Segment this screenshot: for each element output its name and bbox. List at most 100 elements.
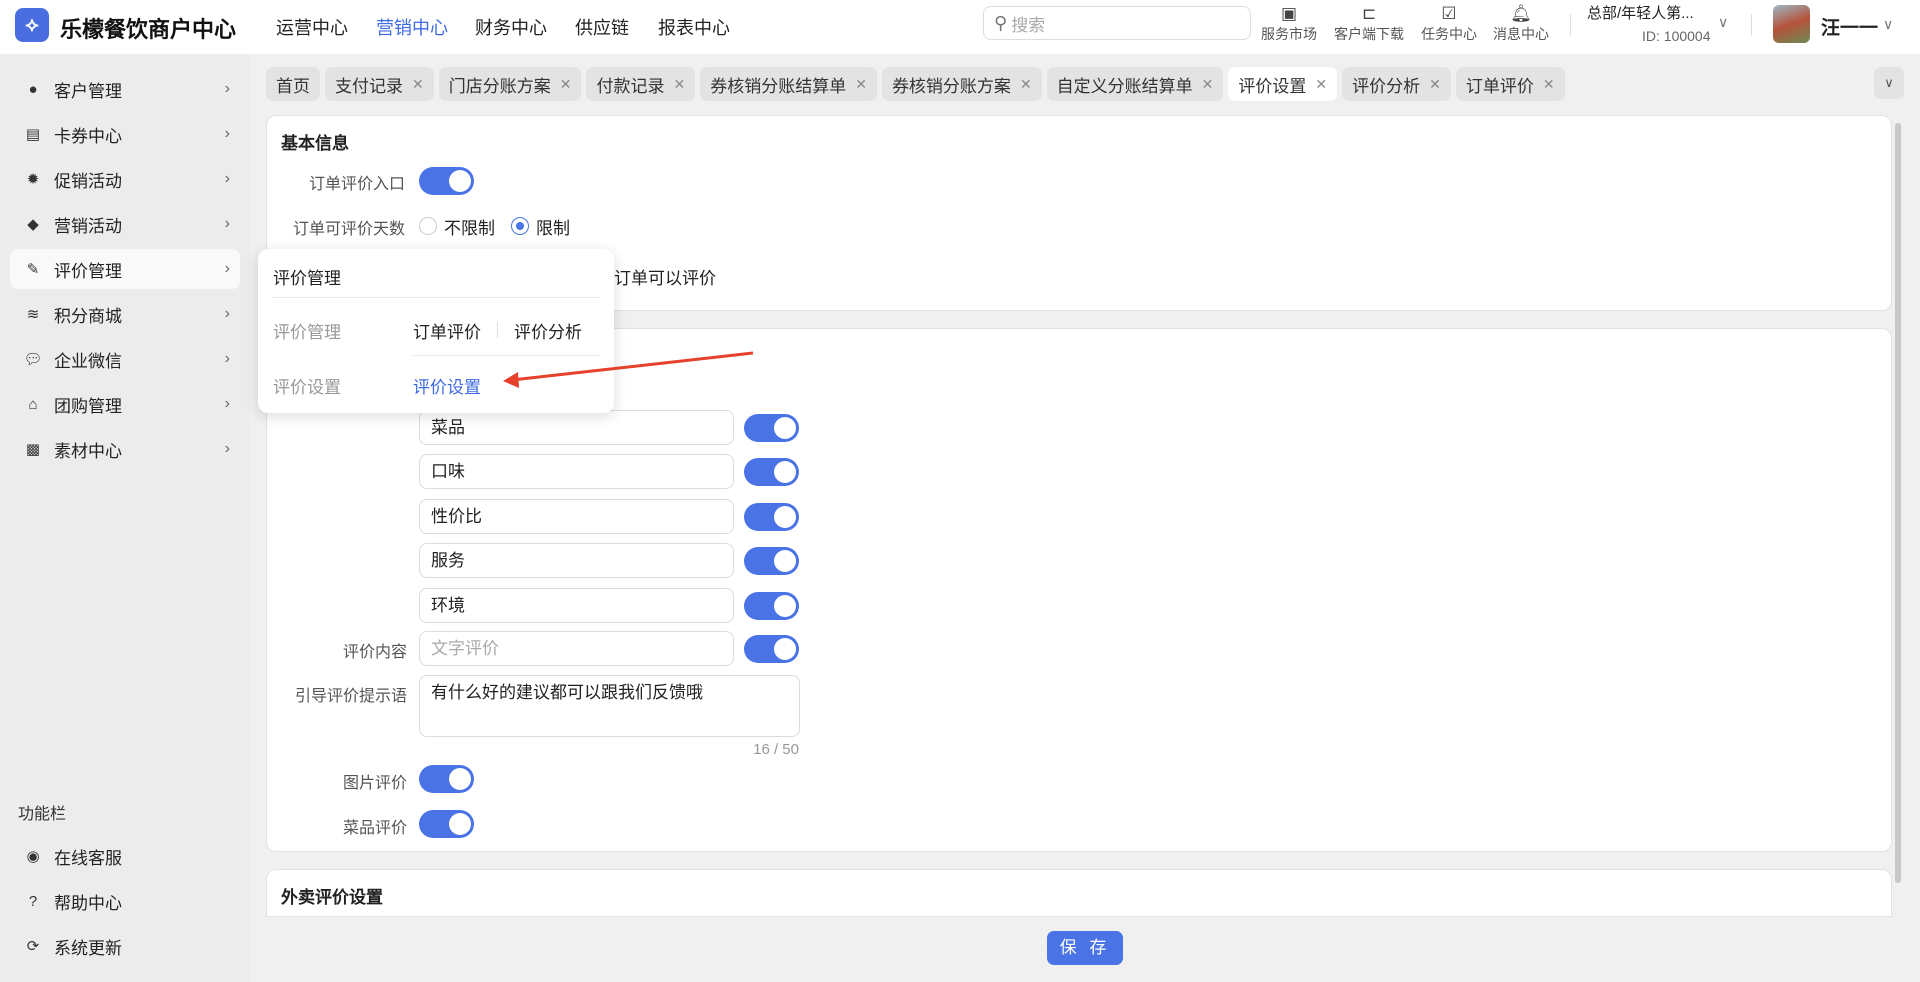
divider — [1570, 14, 1571, 36]
nav-reports[interactable]: 报表中心 — [658, 14, 730, 40]
chevron-down-icon[interactable]: ∨ — [1718, 14, 1728, 31]
dimension-input[interactable]: 菜品 — [419, 410, 734, 445]
tab-item[interactable]: 评价分析 ✕ — [1342, 67, 1451, 101]
chevron-right-icon: › — [224, 80, 230, 97]
dimension-toggle[interactable] — [744, 458, 799, 486]
sidebar-item-cards[interactable]: ▤ 卡券中心 › — [10, 114, 240, 154]
edit-box-icon: ✎ — [26, 261, 40, 278]
brand-logo-icon: ⟡ — [15, 8, 49, 42]
limited-label: 限制 — [536, 219, 570, 238]
close-icon[interactable]: ✕ — [1543, 76, 1555, 93]
sidebar-item-group-buy[interactable]: ⌂ 团购管理 › — [10, 384, 240, 424]
bell-icon: 🔔︎ — [1510, 4, 1532, 23]
menu-link-review-analysis[interactable]: 评价分析 — [514, 318, 582, 343]
dimension-toggle[interactable] — [744, 592, 799, 620]
dimension-input[interactable]: 性价比 — [419, 499, 734, 534]
days-tail-text: 订单可以评价 — [614, 269, 716, 288]
org-id: ID: 100004 — [1642, 28, 1711, 44]
tab-item[interactable]: 订单评价 ✕ — [1455, 67, 1565, 101]
nav-supply[interactable]: 供应链 — [575, 14, 629, 40]
sidebar-item-assets[interactable]: ▩ 素材中心 › — [10, 429, 240, 469]
tab-label: 首页 — [276, 76, 310, 96]
chevron-right-icon: › — [224, 440, 230, 457]
scrollbar-thumb[interactable] — [1895, 123, 1901, 883]
sidebar-item-wecom[interactable]: 💬︎ 企业微信 › — [10, 339, 240, 379]
sidebar-item-promotions[interactable]: ✹ 促销活动 › — [10, 159, 240, 199]
tab-item[interactable]: 自定义分账结算单 ✕ — [1046, 67, 1224, 101]
close-icon[interactable]: ✕ — [673, 76, 685, 93]
sidebar-item-label: 促销活动 — [54, 171, 122, 191]
tab-bar: 首页 支付记录 ✕ 门店分账方案 ✕ 付款记录 ✕ 券核销分账结算单 ✕ 券核销分账方案 ✕ 自定义分… — [266, 67, 1565, 101]
tool-label: 客户端下载 — [1334, 26, 1404, 42]
tab-item[interactable]: 付款记录 ✕ — [586, 67, 696, 101]
nav-ops[interactable]: 运营中心 — [276, 14, 348, 40]
function-bar-heading: 功能栏 — [18, 806, 67, 823]
prompt-label: 引导评价提示语 — [294, 688, 407, 705]
search-input[interactable]: ⚲ 搜索 — [983, 6, 1251, 40]
close-icon[interactable]: ✕ — [412, 76, 424, 93]
chevron-right-icon: › — [224, 170, 230, 187]
close-icon[interactable]: ✕ — [1429, 76, 1441, 93]
content-input[interactable]: 文字评价 — [419, 631, 734, 666]
dimension-input[interactable]: 环境 — [419, 588, 734, 623]
tabs-dropdown-button[interactable]: ∨ — [1874, 67, 1904, 99]
sidebar-item-marketing[interactable]: ◆ 营销活动 › — [10, 204, 240, 244]
sidebar-item-label: 营销活动 — [54, 216, 122, 236]
nav-finance[interactable]: 财务中心 — [475, 14, 547, 40]
briefcase-icon: ▣ — [1280, 4, 1298, 23]
dimension-toggle[interactable] — [744, 503, 799, 531]
unlimited-radio[interactable] — [419, 217, 437, 235]
dish-toggle[interactable] — [419, 810, 474, 838]
tab-item[interactable]: 门店分账方案 ✕ — [438, 67, 582, 101]
system-update[interactable]: ⟳ 系统更新 — [10, 926, 240, 966]
chat-bubble-icon: 💬︎ — [23, 351, 43, 368]
sidebar-item-customers[interactable]: ● 客户管理 › — [10, 69, 240, 109]
save-button[interactable]: 保 存 — [1047, 931, 1123, 965]
tab-item[interactable]: 评价设置 ✕ — [1228, 67, 1338, 101]
tab-item[interactable]: 券核销分账结算单 ✕ — [700, 67, 877, 101]
photo-toggle[interactable] — [419, 765, 474, 793]
service-market-button[interactable]: ▣ 服务市场 — [1249, 4, 1329, 44]
client-download-button[interactable]: ⊏ 客户端下载 — [1329, 4, 1409, 44]
tool-label: 服务市场 — [1261, 26, 1317, 42]
tab-item[interactable]: 首页 — [266, 67, 320, 101]
help-circle-icon: ? — [28, 892, 38, 910]
prompt-textarea[interactable]: 有什么好的建议都可以跟我们反馈哦 — [419, 675, 800, 737]
close-icon[interactable]: ✕ — [855, 76, 867, 93]
chevron-down-icon[interactable]: ∨ — [1883, 16, 1893, 33]
chevron-right-icon: › — [224, 305, 230, 322]
tab-item[interactable]: 支付记录 ✕ — [325, 67, 434, 101]
close-icon[interactable]: ✕ — [560, 76, 572, 93]
menu-link-review-settings[interactable]: 评价设置 — [413, 373, 481, 398]
tab-label: 自定义分账结算单 — [1056, 76, 1193, 96]
takeout-card: 外卖评价设置 — [266, 869, 1892, 917]
chevron-right-icon: › — [224, 350, 230, 367]
entry-toggle[interactable] — [419, 167, 474, 195]
entry-label: 订单评价入口 — [308, 176, 405, 193]
close-icon[interactable]: ✕ — [1020, 76, 1032, 93]
content-toggle[interactable] — [744, 635, 799, 663]
close-icon[interactable]: ✕ — [1202, 76, 1214, 93]
message-center-button[interactable]: 🔔︎ 消息中心 — [1481, 4, 1561, 44]
close-icon[interactable]: ✕ — [1315, 76, 1327, 93]
user-name[interactable]: 汪一一 — [1821, 13, 1878, 40]
avatar[interactable] — [1773, 5, 1810, 43]
dimension-input[interactable]: 口味 — [419, 454, 734, 489]
dimension-toggle[interactable] — [744, 414, 799, 442]
sidebar-item-points-mall[interactable]: ≋ 积分商城 › — [10, 294, 240, 334]
sidebar-item-reviews[interactable]: ✎ 评价管理 › — [10, 249, 240, 289]
task-center-button[interactable]: ☑ 任务中心 — [1409, 4, 1489, 44]
nav-marketing[interactable]: 营销中心 — [376, 14, 448, 40]
chevron-right-icon: › — [224, 395, 230, 412]
tab-label: 付款记录 — [596, 76, 665, 96]
org-selector[interactable]: 总部/年轻人第... — [1587, 2, 1694, 23]
limited-radio[interactable] — [511, 217, 529, 235]
dimension-input[interactable]: 服务 — [419, 543, 734, 578]
ticket-icon: ▤ — [25, 126, 41, 143]
tab-item[interactable]: 券核销分账方案 ✕ — [881, 67, 1042, 101]
help-center[interactable]: ? 帮助中心 — [10, 881, 240, 921]
scrollbar[interactable] — [1893, 115, 1904, 915]
online-support[interactable]: ◉ 在线客服 — [10, 836, 240, 876]
menu-link-order-reviews[interactable]: 订单评价 — [413, 318, 481, 343]
dimension-toggle[interactable] — [744, 547, 799, 575]
